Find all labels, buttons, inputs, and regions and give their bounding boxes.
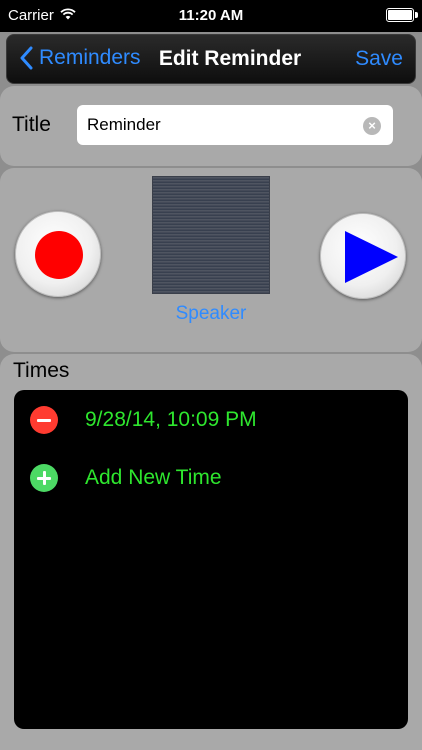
time-row[interactable]: 9/28/14, 10:09 PM bbox=[14, 394, 408, 444]
clear-icon[interactable]: × bbox=[363, 117, 381, 135]
page-title: Edit Reminder bbox=[158, 47, 302, 70]
status-time: 11:20 AM bbox=[178, 7, 244, 24]
record-icon bbox=[35, 231, 83, 279]
add-time-row[interactable]: Add New Time bbox=[14, 452, 408, 502]
title-input[interactable] bbox=[77, 105, 393, 145]
battery-icon bbox=[386, 8, 418, 22]
speaker-button[interactable]: Speaker bbox=[152, 303, 270, 325]
remove-icon[interactable] bbox=[30, 406, 58, 434]
title-panel: Title × bbox=[0, 86, 422, 166]
play-button[interactable] bbox=[320, 213, 406, 299]
navigation-bar: Reminders Edit Reminder Save bbox=[6, 34, 416, 84]
times-list: 9/28/14, 10:09 PM Add New Time bbox=[14, 390, 408, 729]
record-button[interactable] bbox=[15, 211, 101, 297]
nav-container: Reminders Edit Reminder Save bbox=[0, 32, 422, 88]
save-button[interactable]: Save bbox=[355, 47, 403, 71]
title-label: Title bbox=[12, 113, 51, 136]
speaker-grille[interactable] bbox=[152, 176, 270, 294]
time-value: 9/28/14, 10:09 PM bbox=[85, 408, 257, 431]
media-panel: Speaker bbox=[0, 168, 422, 352]
add-icon[interactable] bbox=[30, 464, 58, 492]
status-bar: Carrier 11:20 AM bbox=[0, 0, 422, 32]
add-time-label: Add New Time bbox=[85, 466, 222, 489]
times-panel: Times 9/28/14, 10:09 PM Add New Time bbox=[0, 354, 422, 750]
times-label: Times bbox=[13, 359, 70, 382]
